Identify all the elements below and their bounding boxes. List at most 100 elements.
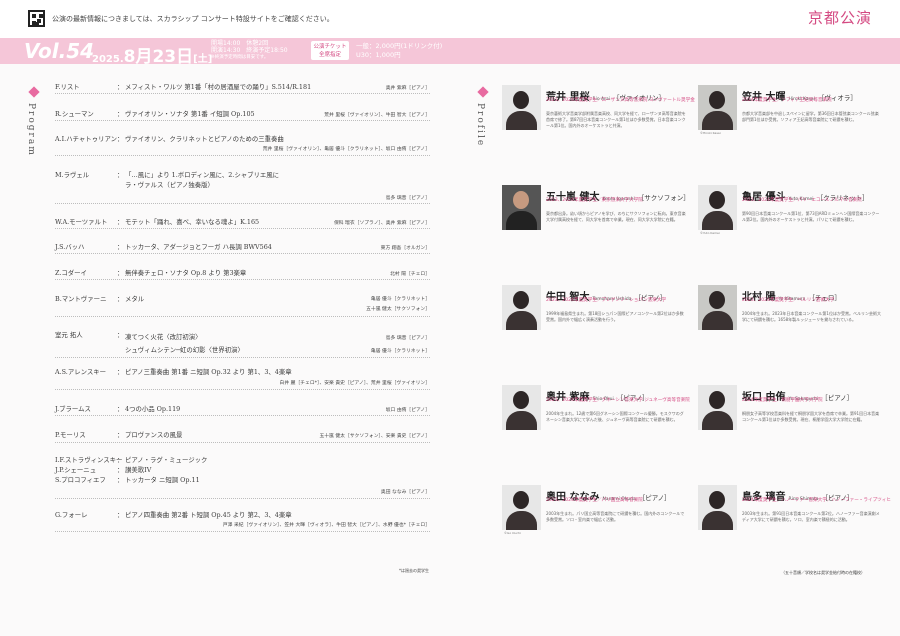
artist-award: 2023、2024年度奨学生／東京音楽大学大学院 [546, 198, 643, 203]
photo-credit: ©Go Ouchi [504, 531, 521, 535]
artist-card: ©Yuto Kamei 亀居 優斗 Yuto Kamei ［クラリネット］ 2023… [698, 180, 883, 275]
performer-line: 亀居 優斗［クラリネット］ [370, 297, 430, 302]
program-heading: Program [26, 103, 36, 157]
profile-grid: 荒井 里桜 Rio Arai ［ヴァイオリン］ 2023、2024年度奨学生／ローザ… [502, 80, 891, 540]
artist-photo [698, 385, 737, 430]
composer: G.フォーレ [55, 511, 88, 519]
work-title: ピアノ・ラグ・ミュージック 讃美歌IV トッカータ ニ短調 Op.11 [125, 455, 430, 485]
artist-bio: 第90回日本音楽コンクール第1位、第73回ARDミュンヘン国際音楽コンクール第2… [742, 211, 880, 222]
divider [55, 155, 430, 156]
times-line: 開演14:30 終演予定18:50 [211, 47, 288, 54]
composer: R.シューマン [55, 110, 94, 118]
artist-award: 2024年度奨学生／ハノーファー音楽大学／ハノーファー・ライプツィヒ [742, 498, 891, 503]
composer-line: J.P.シェーニュ [55, 466, 97, 474]
artist-bio: 2004年生まれ。12歳で第6回グネーシン国際コンクール優勝。モスクワのグネーシ… [546, 411, 684, 422]
divider [55, 531, 430, 532]
artist-award: 2023、2024年度奨学生／ローザンヌ高等音楽院 ヨンヴァートル奨学金 [546, 98, 695, 103]
artist-card: 坂口 由侑 Yu Sakaguchi ［ピアノ］ 2024年度奨学生／桐朋学園大学大… [698, 380, 883, 475]
artist-award: 2023、2024年度奨学生／パリ国立高等音楽院 [546, 498, 643, 503]
date-month-day: 8月23日 [123, 47, 194, 67]
artist-bio: 東京藝術大学音楽学部附属音楽高校、同大学を経て、ローザンヌ高等音楽院を首席で修了… [546, 111, 686, 128]
divider [55, 120, 430, 121]
work-title: ピアノ四重奏曲 第2番 ト短調 Op.45 より 第2、3、4楽章 [125, 511, 292, 519]
performers: 奥田 ななみ［ピアノ］ [380, 490, 430, 495]
composer: 室元 拓人 [55, 331, 83, 339]
work-title: 無伴奏チェロ・ソナタ Op.8 より 第3楽章 [125, 269, 247, 277]
artist-card: ©Go Ouchi 奥田 ななみ Nanami Okuda ［ピアノ］ 2023、2… [502, 480, 687, 575]
composer: M.ラヴェル [55, 171, 90, 179]
divider [55, 442, 430, 443]
notice-text: 公演の最新情報につきましては、スカラシップ コンサート特設サイトをご確認ください… [52, 15, 334, 23]
title-line: トッカータ ニ短調 Op.11 [125, 476, 200, 484]
divider [55, 498, 430, 499]
diamond-icon [477, 86, 489, 98]
divider [55, 279, 430, 280]
composer: F.リスト [55, 83, 80, 91]
performers: 五十嵐 健太［サクソフォン］、安楽 貴史［ピアノ］ [319, 434, 430, 439]
artist-card: 牛田 智大 Tomoharu Ushida ［ピアノ］ 2023、2024年度奨学生… [502, 280, 687, 375]
composer: W.A.モーツァルト [55, 218, 108, 226]
performer-line: 五十嵐 健太［サクソフォン］ [366, 307, 430, 312]
artist-photo [502, 85, 541, 130]
performers: 戸澤 采紀［ヴァイオリン］、笠井 大暉［ヴィオラ］、牛田 智大［ピアノ］、水野 … [222, 523, 430, 528]
performers: 亀居 優斗［クラリネット］ 五十嵐 健太［サクソフォン］ [366, 295, 430, 315]
concert-date: 2025.8月23日[土] [92, 42, 212, 67]
composer: B.マントヴァーニ [55, 295, 107, 303]
composer: P.モーリス [55, 431, 86, 439]
artist-card: 奥井 紫麻 Shio Okui ［ピアノ］ 2023、2024年度奨学生／グネーシン… [502, 380, 690, 475]
composer: A.I.ハチャトゥリアン [55, 135, 118, 143]
price-line: U30：1,000円 [356, 51, 401, 59]
artist-award: 2023、2024年度奨学生／ベルリン芸術大学 [742, 298, 835, 303]
artist-card: ©Hiroki Kasai 笠井 大暉 Hiroki Kasai ［ヴィオラ］ 20… [698, 80, 883, 175]
profile-heading: Profile [475, 103, 485, 148]
divider [55, 228, 430, 229]
volume-number: Vol.54 [24, 39, 95, 63]
artist-award: 2023、2024年度奨学生／ブレゲンツ・ショパン音楽大学 [546, 298, 667, 303]
artist-photo [502, 285, 541, 330]
date-year: 2025. [92, 54, 124, 65]
artist-award: 2023、2024年度奨学生／グネーシン音楽大学 ジュネーヴ高等音楽院 [546, 398, 690, 403]
top-bar: 公演の最新情報につきましては、スカラシップ コンサート特設サイトをご確認ください… [0, 0, 900, 38]
artist-award: 2024年度奨学生／ソフィア王妃高等音楽院 [742, 98, 832, 103]
artist-photo [502, 185, 541, 230]
diamond-icon [28, 86, 40, 98]
artist-bio: 1999年福島県生まれ。第18回ショパン国際ピアノコンクール第2位ほか多数受賞。… [546, 311, 684, 322]
divider [55, 357, 430, 358]
artist-bio: 2004年生まれ。2023年日本音楽コンクール第1位ほか受賞。ベルリン芸術大学に… [742, 311, 881, 322]
work-title: ピアノ三重奏曲 第1番 ニ短調 Op.32 より 第1、3、4楽章 [125, 368, 292, 376]
qr-code-icon[interactable] [28, 10, 45, 27]
divider [55, 93, 430, 94]
work-title: ヴァイオリン、クラリネットとピアノのための三重奏曲 [125, 135, 284, 143]
price-line: 一般：2,000円(1ドリンク付) [356, 42, 443, 50]
performers: 白井 麗［チェロ*］、安楽 貴史［ピアノ］、荒井 里桜［ヴァイオリン］ [279, 381, 430, 386]
composer: A.S.アレンスキー [55, 368, 107, 376]
program-list: F.リスト： メフィスト・ワルツ 第1番「村の居酒屋での踊り」S.514/R.1… [55, 82, 430, 582]
title-line: 讃美歌IV [125, 466, 152, 474]
ticket-price: 一般：2,000円(1ドリンク付) U30：1,000円 [356, 42, 442, 60]
artist-card: 島多 璃音 Rino Shimata ［ピアノ］ 2024年度奨学生／ハノーファー音… [698, 480, 891, 575]
profile-footnote: （五十音順／学校名は奨学金給付時の在籍校） [781, 570, 865, 575]
artist-card: 北村 陽 Yo Kitamura ［チェロ］ 2023、2024年度奨学生／ベルリン… [698, 280, 883, 375]
photo-credit: ©Yuto Kamei [700, 231, 720, 235]
work-title: 「…風に」より 1.ボロディン風に、2.シャブリエ風に ラ・ヴァルス（ピアノ独奏… [125, 170, 430, 190]
artist-card: 荒井 里桜 Rio Arai ［ヴァイオリン］ 2023、2024年度奨学生／ローザ… [502, 80, 695, 175]
concert-times: 開場14:00 休憩2回 開演14:30 終演予定18:50 ※終演予定時間は目… [211, 40, 321, 61]
composer: J.ブラームス [55, 405, 91, 413]
artist-bio: 桐朋女子高等学校音楽科を経て桐朋学園大学を首席で卒業。第91回日本音楽コンクール… [742, 411, 880, 422]
artist-photo [698, 85, 737, 130]
title-line: ラ・ヴァルス（ピアノ独奏版） [125, 181, 214, 189]
times-line: 開場14:00 休憩2回 [211, 40, 269, 47]
composer: I.F.ストラヴィンスキー J.P.シェーニュ S.プロコフィエフ [55, 455, 125, 485]
composer: Z.コダーイ [55, 269, 87, 277]
city-label: 京都公演 [807, 9, 872, 27]
badge-line: 公演チケット [313, 44, 347, 50]
divider [55, 316, 430, 317]
performers: 島多 璃音［ピアノ］ 亀居 優斗［クラリネット］ [371, 332, 430, 358]
artist-bio: 京都大学音楽部を中退しスペインに留学。第36回日本管弦楽コンクール弦楽部門第1位… [742, 111, 879, 122]
performer-line: 島多 璃音［ピアノ］ [385, 336, 430, 341]
artist-award: 2023、2024年度奨学生／パリ・エコールノルマル音楽院 [742, 198, 862, 203]
artist-bio: 2003年生まれ。パリ国立高等音楽院にて研鑽を積む。国内外のコンクールで多数受賞… [546, 511, 685, 522]
divider [55, 203, 430, 204]
artist-award: 2024年度奨学生／桐朋学園大学大学院 [742, 398, 823, 403]
artist-photo [698, 485, 737, 530]
